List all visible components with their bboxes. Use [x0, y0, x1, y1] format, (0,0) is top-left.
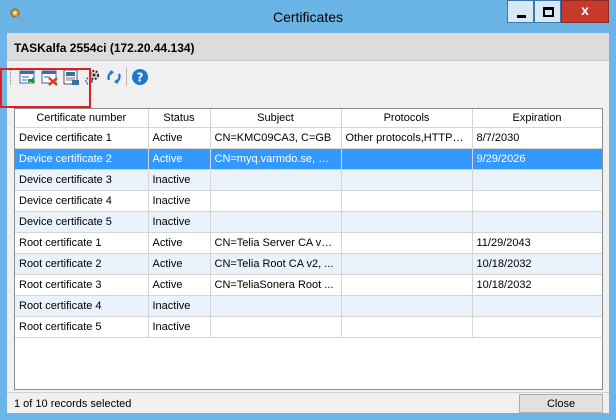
table-row[interactable]: Device certificate 3 Inactive	[15, 169, 602, 191]
dialog-client-area: TASKalfa 2554ci (172.20.44.134) ? Certif…	[0, 33, 609, 413]
toolbar: ?	[7, 62, 609, 92]
cell-subject	[210, 211, 342, 233]
table-row[interactable]: Root certificate 2 Active CN=Telia Root …	[15, 253, 602, 275]
cell-certificate-number: Device certificate 1	[15, 127, 149, 149]
cell-certificate-number: Root certificate 5	[15, 316, 149, 338]
cell-protocols	[341, 190, 473, 212]
certificates-table: Certificate number Status Subject Protoc…	[14, 108, 603, 390]
cell-certificate-number: Root certificate 1	[15, 232, 149, 254]
table-header-row: Certificate number Status Subject Protoc…	[15, 109, 602, 128]
cell-certificate-number: Device certificate 2	[15, 148, 149, 170]
certificates-grid: Certificate number Status Subject Protoc…	[15, 109, 602, 338]
cell-expiration: 9/29/2026	[472, 148, 602, 170]
column-header-expiration[interactable]: Expiration	[472, 109, 602, 128]
table-row[interactable]: Device certificate 5 Inactive	[15, 211, 602, 233]
column-header-subject[interactable]: Subject	[210, 109, 342, 128]
cell-status: Inactive	[148, 190, 211, 212]
minimize-icon	[517, 15, 526, 18]
cell-subject	[210, 295, 342, 317]
cell-protocols	[341, 295, 473, 317]
table-row[interactable]: Root certificate 1 Active CN=Telia Serve…	[15, 232, 602, 254]
selection-status: 1 of 10 records selected	[14, 398, 132, 410]
cell-certificate-number: Device certificate 3	[15, 169, 149, 191]
cell-status: Active	[148, 148, 211, 170]
close-icon: x	[581, 2, 589, 18]
cell-status: Inactive	[148, 295, 211, 317]
cell-protocols: Other protocols,HTTPS...	[341, 127, 473, 149]
cell-subject	[210, 190, 342, 212]
table-row[interactable]: Root certificate 3 Active CN=TeliaSonera…	[15, 274, 602, 296]
cell-protocols	[341, 169, 473, 191]
status-bar: 1 of 10 records selected Close	[7, 392, 609, 413]
cell-status: Active	[148, 274, 211, 296]
cell-expiration: 11/29/2043	[472, 232, 602, 254]
cell-subject: CN=TeliaSonera Root ...	[210, 274, 342, 296]
cell-protocols	[341, 232, 473, 254]
cell-expiration: 10/18/2032	[472, 274, 602, 296]
cell-certificate-number: Device certificate 5	[15, 211, 149, 233]
cell-subject	[210, 169, 342, 191]
title-bar[interactable]: Certificates x	[0, 0, 616, 33]
cell-certificate-number: Root certificate 2	[15, 253, 149, 275]
column-header-protocols[interactable]: Protocols	[341, 109, 473, 128]
cell-protocols	[341, 274, 473, 296]
minimize-button[interactable]	[507, 0, 534, 23]
cell-protocols	[341, 148, 473, 170]
column-header-certificate-number[interactable]: Certificate number	[15, 109, 149, 128]
cell-status: Inactive	[148, 211, 211, 233]
table-row[interactable]: Root certificate 4 Inactive	[15, 295, 602, 317]
device-header: TASKalfa 2554ci (172.20.44.134)	[7, 33, 609, 61]
cell-expiration	[472, 211, 602, 233]
cell-certificate-number: Root certificate 3	[15, 274, 149, 296]
toolbar-separator	[126, 68, 127, 86]
cell-expiration: 10/18/2032	[472, 253, 602, 275]
cell-protocols	[341, 316, 473, 338]
cell-status: Active	[148, 253, 211, 275]
close-button[interactable]: Close	[519, 394, 603, 413]
cell-expiration	[472, 295, 602, 317]
cell-protocols	[341, 211, 473, 233]
table-row[interactable]: Root certificate 5 Inactive	[15, 316, 602, 338]
cell-subject: CN=KMC09CA3, C=GB	[210, 127, 342, 149]
refresh-icon[interactable]	[105, 68, 123, 86]
maximize-icon	[543, 7, 554, 17]
cell-subject: CN=myq.varmdo.se, O=...	[210, 148, 342, 170]
cell-expiration	[472, 190, 602, 212]
cell-expiration	[472, 316, 602, 338]
cell-status: Inactive	[148, 316, 211, 338]
device-title: TASKalfa 2554ci (172.20.44.134)	[14, 41, 195, 55]
cell-subject: CN=Telia Root CA v2, ...	[210, 253, 342, 275]
cell-subject: CN=Telia Server CA v3,...	[210, 232, 342, 254]
maximize-button[interactable]	[534, 0, 561, 23]
certificates-window: Certificates x TASKalfa 2554ci (172.20.4…	[0, 0, 616, 420]
cell-subject	[210, 316, 342, 338]
table-row[interactable]: Device certificate 1 Active CN=KMC09CA3,…	[15, 127, 602, 149]
table-row[interactable]: Device certificate 4 Inactive	[15, 190, 602, 212]
cell-status: Active	[148, 232, 211, 254]
table-row-selected[interactable]: Device certificate 2 Active CN=myq.varmd…	[15, 148, 602, 170]
cell-expiration: 8/7/2030	[472, 127, 602, 149]
cell-status: Inactive	[148, 169, 211, 191]
highlight-box	[0, 68, 91, 108]
help-icon[interactable]: ?	[131, 68, 149, 86]
cell-protocols	[341, 253, 473, 275]
cell-certificate-number: Root certificate 4	[15, 295, 149, 317]
cell-expiration	[472, 169, 602, 191]
column-header-status[interactable]: Status	[148, 109, 211, 128]
window-close-button[interactable]: x	[561, 0, 609, 23]
svg-text:?: ?	[137, 71, 144, 85]
cell-certificate-number: Device certificate 4	[15, 190, 149, 212]
cell-status: Active	[148, 127, 211, 149]
